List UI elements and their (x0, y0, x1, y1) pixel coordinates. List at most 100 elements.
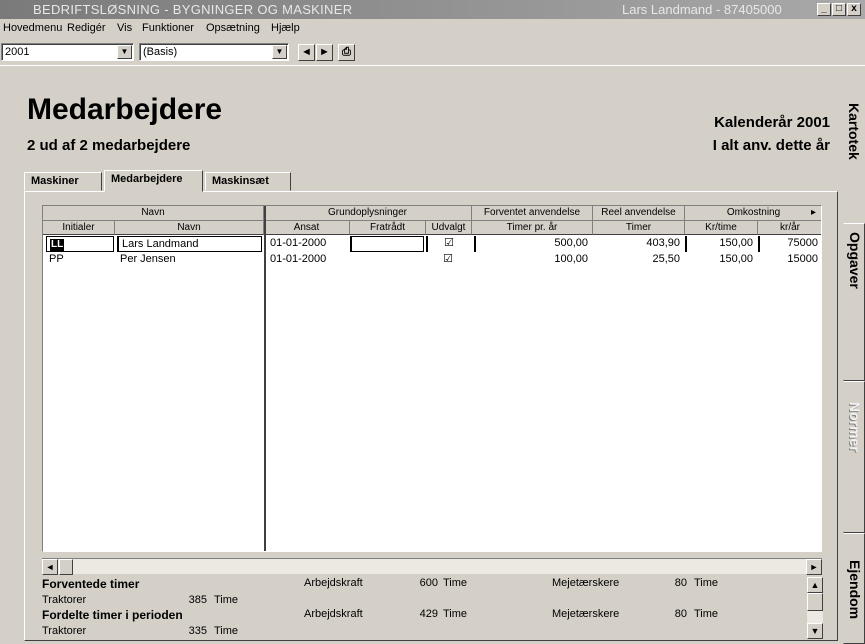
summary-unit: Time (443, 608, 468, 620)
name-cell[interactable]: Lars Landmand (117, 236, 262, 252)
name-cell[interactable]: Per Jensen (117, 252, 262, 268)
initials-cell[interactable]: PP (46, 252, 114, 268)
minimize-button[interactable]: _ (817, 3, 831, 16)
selected-checkbox[interactable]: ☑ (426, 236, 470, 252)
column-header-ansat[interactable]: Ansat (264, 221, 350, 235)
year-value: 2001 (5, 46, 30, 58)
yearly-cost-cell: 75000 (758, 236, 821, 252)
summary-scrollbar[interactable]: ▲ ▼ (807, 577, 823, 639)
initials-input[interactable]: LL (46, 236, 114, 252)
group-header-forventet: Forventet anvendelse (472, 206, 593, 221)
chevron-down-icon[interactable]: ▼ (117, 45, 132, 59)
summary-label: Arbejdskraft (304, 608, 363, 620)
summary-label: Traktorer (42, 625, 87, 637)
menu-vis[interactable]: Vis (117, 22, 132, 34)
rate-cell[interactable]: 150,00 (685, 252, 756, 268)
column-header-timer-pr-ar[interactable]: Timer pr. år (472, 221, 593, 235)
expected-hours-cell[interactable]: 500,00 (474, 236, 591, 252)
tab-maskinsaet[interactable]: Maskinsæt (205, 172, 291, 191)
column-header-udvalgt[interactable]: Udvalgt (426, 221, 472, 235)
hired-cell[interactable]: 01-01-2000 (267, 236, 348, 252)
hired-cell[interactable]: 01-01-2000 (267, 252, 348, 268)
user-info: Lars Landmand - 87405000 (622, 2, 782, 17)
summary-unit: Time (694, 577, 719, 589)
tab-panel: Navn Grundoplysninger Forventet anvendel… (24, 191, 838, 641)
yearly-cost-cell: 15000 (787, 253, 818, 265)
window-title: BEDRIFTSLØSNING - BYGNINGER OG MASKINER (33, 2, 353, 17)
side-tab-ejendom[interactable]: Ejendom (843, 533, 865, 644)
main-area: Medarbejdere 2 ud af 2 medarbejdere Kale… (0, 67, 843, 644)
column-header-kr-ar[interactable]: kr/år (758, 221, 821, 235)
menu-rediger[interactable]: Redigér (67, 22, 106, 34)
total-use-label: I alt anv. dette år (712, 137, 830, 154)
hours-summary: Forventede timer Traktorer 385 Time Arbe… (42, 575, 822, 639)
menu-opsaetning[interactable]: Opsætning (206, 22, 260, 34)
column-header-timer[interactable]: Timer (593, 221, 685, 235)
side-tab-ejendom-label: Ejendom (847, 560, 863, 620)
year-select[interactable]: 2001 ▼ (1, 43, 134, 61)
group-header-grundoplysninger: Grundoplysninger (264, 206, 472, 221)
group-header-navn: Navn (43, 206, 264, 221)
summary-value: 429 (419, 608, 438, 620)
expected-hours-cell[interactable]: 100,00 (474, 252, 591, 268)
resigned-cell[interactable] (350, 252, 424, 268)
close-button[interactable]: x (847, 3, 861, 16)
side-tab-opgaver[interactable]: Opgaver (843, 223, 865, 381)
window-controls: _ □ x (817, 3, 861, 16)
scenario-select[interactable]: (Basis) ▼ (139, 43, 289, 61)
forward-arrow-icon[interactable]: ► (316, 44, 333, 61)
selected-checkbox[interactable]: ☑ (426, 252, 470, 268)
summary-value: 80 (674, 608, 687, 620)
summary-label: Mejetærskere (552, 577, 620, 589)
print-icon[interactable]: ⎙ (338, 44, 355, 61)
summary-value: 335 (188, 625, 207, 637)
menu-funktioner[interactable]: Funktioner (142, 22, 194, 34)
horizontal-scroll-thumb[interactable] (59, 559, 73, 575)
page-title: Medarbejdere (27, 93, 223, 126)
column-separator (264, 206, 266, 551)
summary-unit: Time (214, 594, 239, 606)
group-header-omkostning-label: Omkostning (726, 207, 781, 218)
column-header-kr-time[interactable]: Kr/time (685, 221, 758, 235)
table-row[interactable]: LL Lars Landmand 01-01-2000 ☑ 500,00 403… (43, 236, 821, 252)
summary-value: 80 (674, 577, 687, 589)
maximize-button[interactable]: □ (832, 3, 846, 16)
horizontal-scrollbar[interactable]: ◄ ► (42, 558, 822, 575)
summary-unit: Time (694, 608, 719, 620)
chevron-right-icon[interactable]: ▸ (811, 206, 816, 220)
vertical-scroll-thumb[interactable] (807, 593, 823, 611)
table-row[interactable]: PP Per Jensen 01-01-2000 ☑ 100,00 25,50 … (43, 252, 821, 268)
tab-maskiner[interactable]: Maskiner (24, 172, 102, 191)
menu-hjaelp[interactable]: Hjælp (271, 22, 300, 34)
scroll-down-icon[interactable]: ▼ (807, 623, 823, 639)
group-header-reel: Reel anvendelse (593, 206, 685, 221)
column-header-navn[interactable]: Navn (115, 221, 264, 235)
menu-bar: Hovedmenu Redigér Vis Funktioner Opsætni… (0, 19, 865, 38)
column-header-initialer[interactable]: Initialer (43, 221, 115, 235)
summary-label: Traktorer (42, 594, 87, 606)
back-arrow-icon[interactable]: ◄ (298, 44, 315, 61)
real-hours-cell: 25,50 (652, 253, 680, 265)
title-bar: BEDRIFTSLØSNING - BYGNINGER OG MASKINER … (0, 0, 865, 19)
side-tab-kartotek[interactable]: Kartotek (843, 97, 865, 237)
column-header-fratradt[interactable]: Fratrådt (350, 221, 426, 235)
side-tab-strip: Kartotek Opgaver Normer Ejendom (843, 67, 865, 644)
resigned-cell[interactable] (350, 236, 424, 252)
group-header-omkostning: Omkostning ▸ (685, 206, 821, 221)
tab-medarbejdere[interactable]: Medarbejdere (104, 170, 203, 192)
scenario-value: (Basis) (143, 46, 178, 58)
chevron-down-icon[interactable]: ▼ (272, 45, 287, 59)
scroll-up-icon[interactable]: ▲ (807, 577, 823, 593)
scroll-left-icon[interactable]: ◄ (42, 559, 58, 575)
scroll-right-icon[interactable]: ► (806, 559, 822, 575)
side-tab-normer[interactable]: Normer (843, 381, 865, 533)
menu-hovedmenu[interactable]: Hovedmenu (3, 22, 62, 34)
summary-unit: Time (443, 577, 468, 589)
side-tab-kartotek-label: Kartotek (846, 103, 862, 160)
rate-cell[interactable]: 150,00 (685, 236, 756, 252)
summary-value: 600 (419, 577, 438, 589)
expected-hours-heading: Forventede timer (42, 577, 140, 591)
employee-grid[interactable]: Navn Grundoplysninger Forventet anvendel… (42, 205, 822, 552)
summary-value: 385 (188, 594, 207, 606)
calendar-year: Kalenderår 2001 (714, 114, 830, 131)
